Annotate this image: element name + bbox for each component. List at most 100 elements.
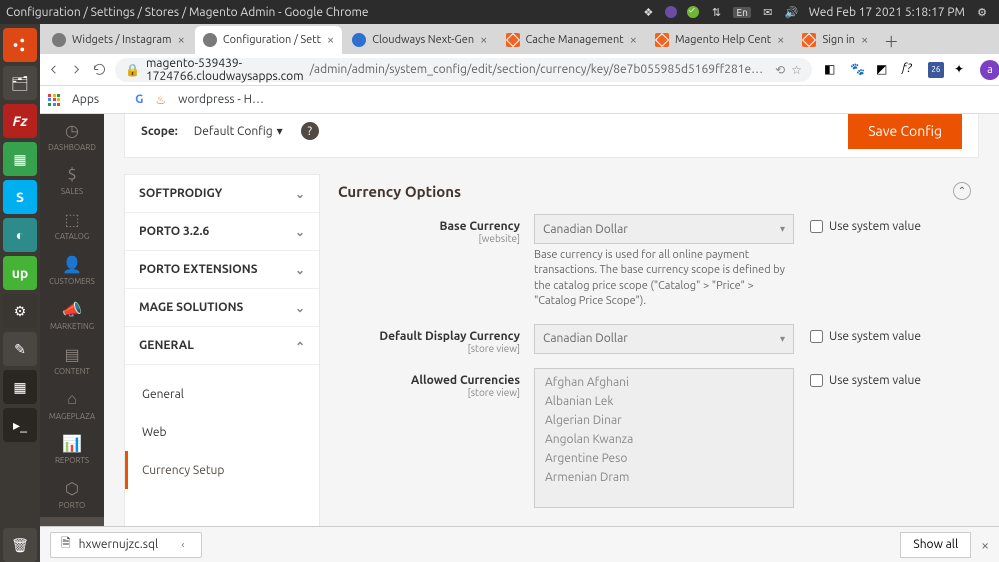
text-editor-icon[interactable]: ✎	[3, 332, 37, 366]
chevron-up-icon[interactable]: ⌃	[180, 540, 192, 548]
browser-tab[interactable]: Widgets / Instagram×	[44, 26, 193, 54]
power-icon[interactable]: ⚙	[975, 5, 989, 19]
config-tab[interactable]: MAGE SOLUTIONS⌄	[125, 289, 319, 327]
keyboard-layout[interactable]: En	[733, 7, 750, 18]
browser-tab[interactable]: Cache Management×	[498, 26, 645, 54]
scope-select[interactable]: Default Config▾	[194, 124, 283, 138]
forward-button[interactable]	[69, 62, 84, 78]
download-item[interactable]: 🗎 hxwernujzc.sql ⌃	[50, 532, 202, 558]
close-icon[interactable]: ×	[777, 33, 784, 47]
show-all-downloads[interactable]: Show all	[900, 532, 971, 558]
admin-page: ◷DASHBOARD $SALES ⬚CATALOG 👤CUSTOMERS 📣M…	[40, 114, 999, 562]
indicator-icon[interactable]	[665, 6, 677, 18]
settings-icon[interactable]: ⚙	[3, 294, 37, 328]
section-header[interactable]: Currency Options ⌃	[338, 176, 971, 214]
help-icon[interactable]: ?	[301, 122, 319, 140]
apps-icon[interactable]	[48, 94, 60, 106]
currency-option[interactable]: Armenian Dram	[535, 468, 793, 487]
sidebar-item-sales[interactable]: $SALES	[40, 159, 104, 204]
sidebar-item-reports[interactable]: 📊REPORTS	[40, 428, 104, 473]
star-icon[interactable]: ☆	[791, 63, 802, 77]
upwork-icon[interactable]: up	[3, 256, 37, 290]
app-green-icon[interactable]: ▦	[3, 142, 37, 176]
config-subtab[interactable]: General	[125, 375, 319, 413]
content-icon: ▤	[64, 345, 79, 364]
address-bar[interactable]: 🔒 magento-539439-1724766.cloudwaysapps.c…	[115, 58, 812, 82]
apps-label[interactable]: Apps	[72, 93, 99, 106]
use-system-checkbox[interactable]	[810, 330, 823, 343]
back-button[interactable]	[46, 62, 61, 78]
currency-option[interactable]: Albanian Lek	[535, 392, 793, 411]
trash-icon[interactable]: 🗑	[3, 528, 37, 562]
currency-option[interactable]: Angolan Kwanza	[535, 430, 793, 449]
browser-tab[interactable]: Cloudways Next-Gen×	[344, 26, 495, 54]
config-tab[interactable]: PORTO 3.2.6⌄	[125, 213, 319, 251]
network-icon[interactable]: ⇅	[709, 5, 723, 19]
currency-option[interactable]: Algerian Dinar	[535, 411, 793, 430]
close-icon[interactable]: ×	[327, 33, 334, 47]
sidebar-item-porto[interactable]: ⬡PORTO	[40, 472, 104, 517]
close-icon[interactable]: ×	[981, 537, 989, 553]
sidebar-item-customers[interactable]: 👤CUSTOMERS	[40, 248, 104, 293]
config-subtab[interactable]: Currency Setup	[125, 451, 319, 489]
new-tab-button[interactable]: ＋	[878, 28, 904, 54]
sidebar-item-dashboard[interactable]: ◷DASHBOARD	[40, 114, 104, 159]
skype-icon[interactable]: S	[3, 180, 37, 214]
close-icon[interactable]: ×	[861, 33, 868, 47]
files-icon[interactable]: 🗂	[3, 66, 37, 100]
google-icon[interactable]: G	[135, 93, 143, 106]
sidebar-item-mageplaza[interactable]: ⌂MAGEPLAZA	[40, 383, 104, 428]
sidebar-item-catalog[interactable]: ⬚CATALOG	[40, 204, 104, 249]
save-config-button[interactable]: Save Config	[848, 114, 962, 149]
sidebar-item-content[interactable]: ▤CONTENT	[40, 338, 104, 383]
filezilla-icon[interactable]: Fz	[3, 104, 37, 138]
extension-icon[interactable]: ✦	[954, 62, 970, 78]
download-bar: 🗎 hxwernujzc.sql ⌃ Show all ×	[40, 526, 999, 562]
browser-tab[interactable]: Configuration / Sett×	[195, 26, 342, 54]
field-scope: [store view]	[338, 387, 520, 398]
extension-icon[interactable]: 🐾	[850, 62, 866, 78]
bookmark-item[interactable]: wordpress - H…	[178, 93, 264, 106]
base-currency-select[interactable]: Canadian Dollar▾	[534, 214, 794, 244]
sidebar-item-marketing[interactable]: 📣MARKETING	[40, 293, 104, 338]
use-system-value[interactable]: Use system value	[810, 214, 921, 233]
use-system-checkbox[interactable]	[810, 220, 823, 233]
reload-button[interactable]	[92, 62, 107, 78]
messages-icon[interactable]: ✉	[761, 5, 775, 19]
display-currency-select[interactable]: Canadian Dollar▾	[534, 324, 794, 354]
config-tab[interactable]: SOFTPRODIGY⌄	[125, 175, 319, 213]
ubuntu-dash-icon[interactable]	[3, 28, 37, 62]
currency-option[interactable]: Afghan Afghani	[535, 373, 793, 392]
config-subtab[interactable]: Web	[125, 413, 319, 451]
bookmark-icon[interactable]: ♨	[155, 93, 166, 107]
extension-icon[interactable]: ◧	[824, 62, 840, 78]
config-tab[interactable]: GENERAL⌄	[125, 327, 319, 365]
app-misc-icon[interactable]: ▦	[3, 370, 37, 404]
browser-tab[interactable]: Sign in×	[794, 26, 876, 54]
link-icon[interactable]: ⟲	[775, 63, 785, 77]
terminal-icon[interactable]: ▸_	[3, 408, 37, 442]
profile-avatar[interactable]: a	[980, 60, 999, 80]
config-tab[interactable]: PORTO EXTENSIONS⌄	[125, 251, 319, 289]
use-system-value[interactable]: Use system value	[810, 368, 921, 387]
use-system-value[interactable]: Use system value	[810, 324, 921, 343]
extension-icon[interactable]: 26	[928, 62, 944, 78]
status-ok-icon[interactable]	[687, 6, 699, 18]
collapse-icon[interactable]: ⌃	[953, 182, 971, 200]
close-icon[interactable]: ×	[480, 33, 487, 47]
app-teal-icon[interactable]: ◐	[3, 218, 37, 252]
allowed-currencies-multiselect[interactable]: Afghan Afghani Albanian Lek Algerian Din…	[534, 368, 794, 508]
use-system-checkbox[interactable]	[810, 374, 823, 387]
volume-icon[interactable]: 🔊	[785, 5, 799, 19]
close-icon[interactable]: ×	[630, 33, 637, 47]
close-icon[interactable]: ×	[178, 33, 185, 47]
bookmarks-bar: Apps G ♨ wordpress - H…	[40, 86, 999, 114]
browser-window: Widgets / Instagram× Configuration / Set…	[40, 24, 999, 562]
dropbox-icon[interactable]: ❖	[641, 5, 655, 19]
clock[interactable]: Wed Feb 17 2021 5:18:17 PM	[809, 6, 965, 19]
currency-option[interactable]: Argentine Peso	[535, 449, 793, 468]
url-path: /admin/admin/system_config/edit/section/…	[310, 63, 764, 76]
browser-tab[interactable]: Magento Help Cent×	[647, 26, 792, 54]
extension-icon[interactable]: ◩	[876, 62, 892, 78]
extension-icon[interactable]: f?	[902, 62, 918, 78]
